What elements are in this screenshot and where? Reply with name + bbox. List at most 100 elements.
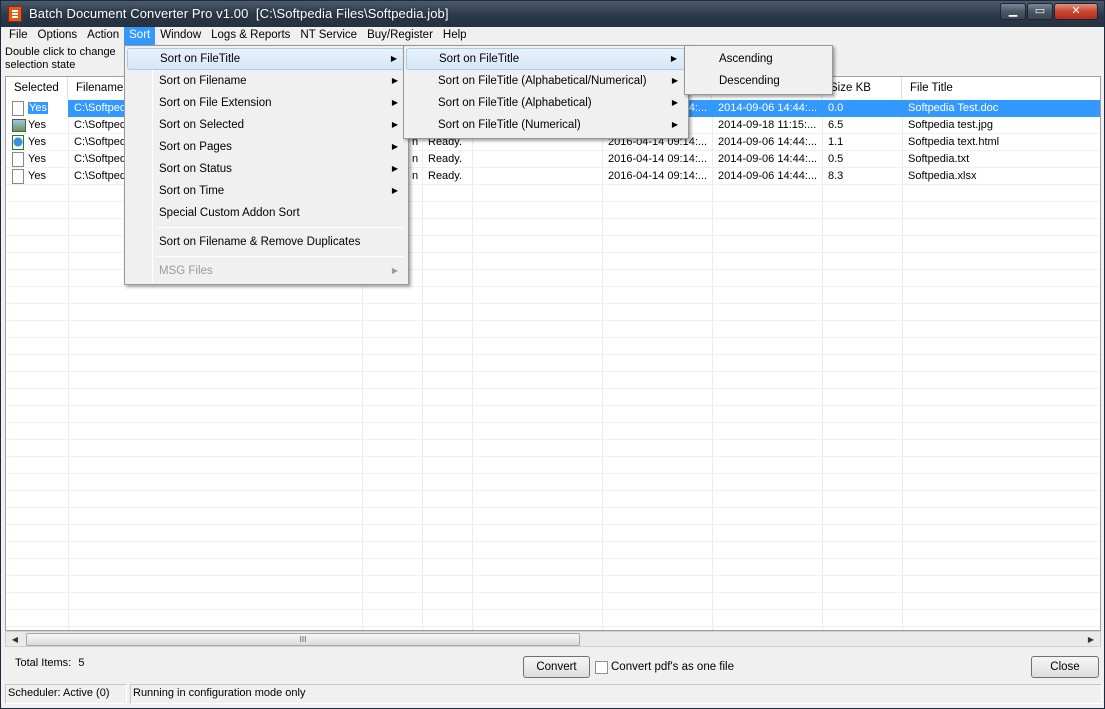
sort-filename-item[interactable]: Sort on Filename ▶	[127, 70, 406, 92]
grid-row-line	[6, 405, 1100, 406]
sort-selected-item[interactable]: Sort on Selected ▶	[127, 114, 406, 136]
sort-file-extension-item[interactable]: Sort on File Extension ▶	[127, 92, 406, 114]
column-header-size[interactable]: Size KB	[822, 77, 902, 99]
menu-item-label: Sort on FileTitle	[439, 53, 520, 65]
minimize-button[interactable]: ▁	[1000, 3, 1026, 20]
menu-help[interactable]: Help	[438, 27, 472, 45]
horizontal-scrollbar[interactable]: ◀ III ▶	[5, 631, 1101, 647]
menu-item-label: Sort on Pages	[159, 141, 232, 153]
menu-nt-service[interactable]: NT Service	[295, 27, 362, 45]
total-items-label: Total Items:	[15, 657, 72, 669]
convert-button[interactable]: Convert	[523, 656, 590, 678]
file-title-cell: Softpedia Test.doc	[908, 102, 999, 114]
menu-item-label: Sort on FileTitle (Alphabetical)	[438, 97, 592, 109]
file-title-cell: Softpedia.txt	[908, 153, 970, 165]
grid-row-line	[6, 354, 1100, 355]
scroll-right-icon[interactable]: ▶	[1084, 633, 1098, 646]
size-cell: 6.5	[828, 119, 844, 131]
menu-buy-register[interactable]: Buy/Register	[362, 27, 438, 45]
status-cell: Ready.	[428, 170, 463, 182]
title-bar[interactable]: Batch Document Converter Pro v1.00 [C:\S…	[1, 1, 1104, 27]
menu-bar: File Options Action Sort Window Logs & R…	[1, 27, 1104, 45]
sort-status-item[interactable]: Sort on Status ▶	[127, 158, 406, 180]
convert-pdf-label[interactable]: Convert pdf's as one file	[611, 661, 734, 673]
submenu-arrow-icon: ▶	[391, 120, 398, 129]
submenu-arrow-icon: ▶	[391, 266, 398, 275]
sort-pages-item[interactable]: Sort on Pages ▶	[127, 136, 406, 158]
sort-filetitle-alphabetical-item[interactable]: Sort on FileTitle (Alphabetical) ▶	[406, 92, 686, 114]
grid-row-line	[6, 490, 1100, 491]
close-button[interactable]: Close	[1031, 656, 1099, 678]
selected-cell[interactable]: Yes	[22, 151, 68, 168]
selected-cell[interactable]: Yes	[22, 168, 68, 185]
col3-cell: n	[412, 170, 419, 182]
grid-row-line	[6, 626, 1100, 627]
size-cell: 1.1	[828, 136, 844, 148]
grid-row-line	[6, 456, 1100, 457]
menu-window[interactable]: Window	[155, 27, 206, 45]
status-cell: Ready.	[428, 153, 463, 165]
selected-cell[interactable]: Yes	[22, 117, 68, 134]
submenu-arrow-icon: ▶	[671, 120, 678, 129]
submenu-arrow-icon: ▶	[671, 98, 678, 107]
submenu-arrow-icon: ▶	[670, 54, 677, 63]
menu-item-label: MSG Files	[159, 265, 213, 277]
order-submenu: Ascending Descending	[684, 45, 833, 95]
sort-filetitle-alphanumerical-item[interactable]: Sort on FileTitle (Alphabetical/Numerica…	[406, 70, 686, 92]
modified-cell: 2014-09-06 14:44:...	[718, 170, 818, 182]
maximize-button[interactable]: ▭	[1027, 3, 1053, 20]
modified-cell: 2014-09-06 14:44:...	[718, 153, 818, 165]
doc-file-icon	[12, 101, 24, 116]
menu-action[interactable]: Action	[82, 27, 124, 45]
column-header-file-title[interactable]: File Title	[902, 77, 1100, 99]
app-icon[interactable]	[8, 6, 22, 22]
descending-item[interactable]: Descending	[687, 70, 830, 92]
grid-row-line	[6, 286, 1100, 287]
column-header-selected[interactable]: Selected	[6, 77, 68, 99]
close-window-button[interactable]: ✕	[1054, 3, 1098, 20]
file-title-cell: Softpedia text.html	[908, 136, 1000, 148]
window-title: Batch Document Converter Pro v1.00 [C:\S…	[29, 6, 449, 21]
menu-item-label: Sort on FileTitle (Numerical)	[438, 119, 581, 131]
menu-file[interactable]: File	[4, 27, 33, 45]
submenu-arrow-icon: ▶	[391, 186, 398, 195]
sort-menu: Sort on FileTitle ▶ Sort on Filename ▶ Sor…	[124, 45, 409, 285]
convert-pdf-checkbox[interactable]	[595, 661, 608, 674]
sort-filetitle-item[interactable]: Sort on FileTitle ▶	[127, 48, 406, 70]
size-cell: 0.5	[828, 153, 844, 165]
menu-item-label: Ascending	[719, 53, 773, 65]
menu-logs-reports[interactable]: Logs & Reports	[206, 27, 295, 45]
grid-row-line	[6, 592, 1100, 593]
menu-sort[interactable]: Sort	[124, 27, 156, 45]
submenu-arrow-icon: ▶	[391, 98, 398, 107]
created-cell: 2016-04-14 09:14:...	[608, 170, 708, 182]
ascending-item[interactable]: Ascending	[687, 48, 830, 70]
menu-item-label: Sort on Time	[159, 185, 225, 197]
col3-cell: n	[412, 153, 419, 165]
sort-time-item[interactable]: Sort on Time ▶	[127, 180, 406, 202]
menu-options[interactable]: Options	[33, 27, 83, 45]
scroll-left-icon[interactable]: ◀	[8, 633, 22, 646]
total-items: Total Items: 5	[15, 657, 84, 669]
sort-filetitle-subitem[interactable]: Sort on FileTitle ▶	[406, 48, 686, 70]
menu-item-label: Sort on Selected	[159, 119, 245, 131]
size-cell: 8.3	[828, 170, 844, 182]
sort-remove-duplicates-item[interactable]: Sort on Filename & Remove Duplicates	[127, 231, 406, 253]
sort-filetitle-numerical-item[interactable]: Sort on FileTitle (Numerical) ▶	[406, 114, 686, 136]
menu-item-label: Sort on FileTitle (Alphabetical/Numerica…	[438, 75, 647, 87]
scrollbar-thumb[interactable]: III	[26, 633, 580, 646]
special-custom-addon-sort-item[interactable]: Special Custom Addon Sort	[127, 202, 406, 224]
selected-cell[interactable]: Yes	[22, 134, 68, 151]
menu-item-label: Sort on Filename	[159, 75, 247, 87]
file-title-cell: Softpedia.xlsx	[908, 170, 977, 182]
grid-row-line	[6, 422, 1100, 423]
caption-buttons: ▁ ▭ ✕	[999, 3, 1098, 20]
grid-row-line	[6, 558, 1100, 559]
submenu-arrow-icon: ▶	[390, 54, 397, 63]
modified-cell: 2014-09-06 14:44:...	[718, 136, 818, 148]
grid-row-line	[6, 473, 1100, 474]
grid-row-line	[6, 507, 1100, 508]
submenu-arrow-icon: ▶	[391, 142, 398, 151]
created-cell: 2016-04-14 09:14:...	[608, 153, 708, 165]
selected-value: Yes	[28, 102, 48, 114]
